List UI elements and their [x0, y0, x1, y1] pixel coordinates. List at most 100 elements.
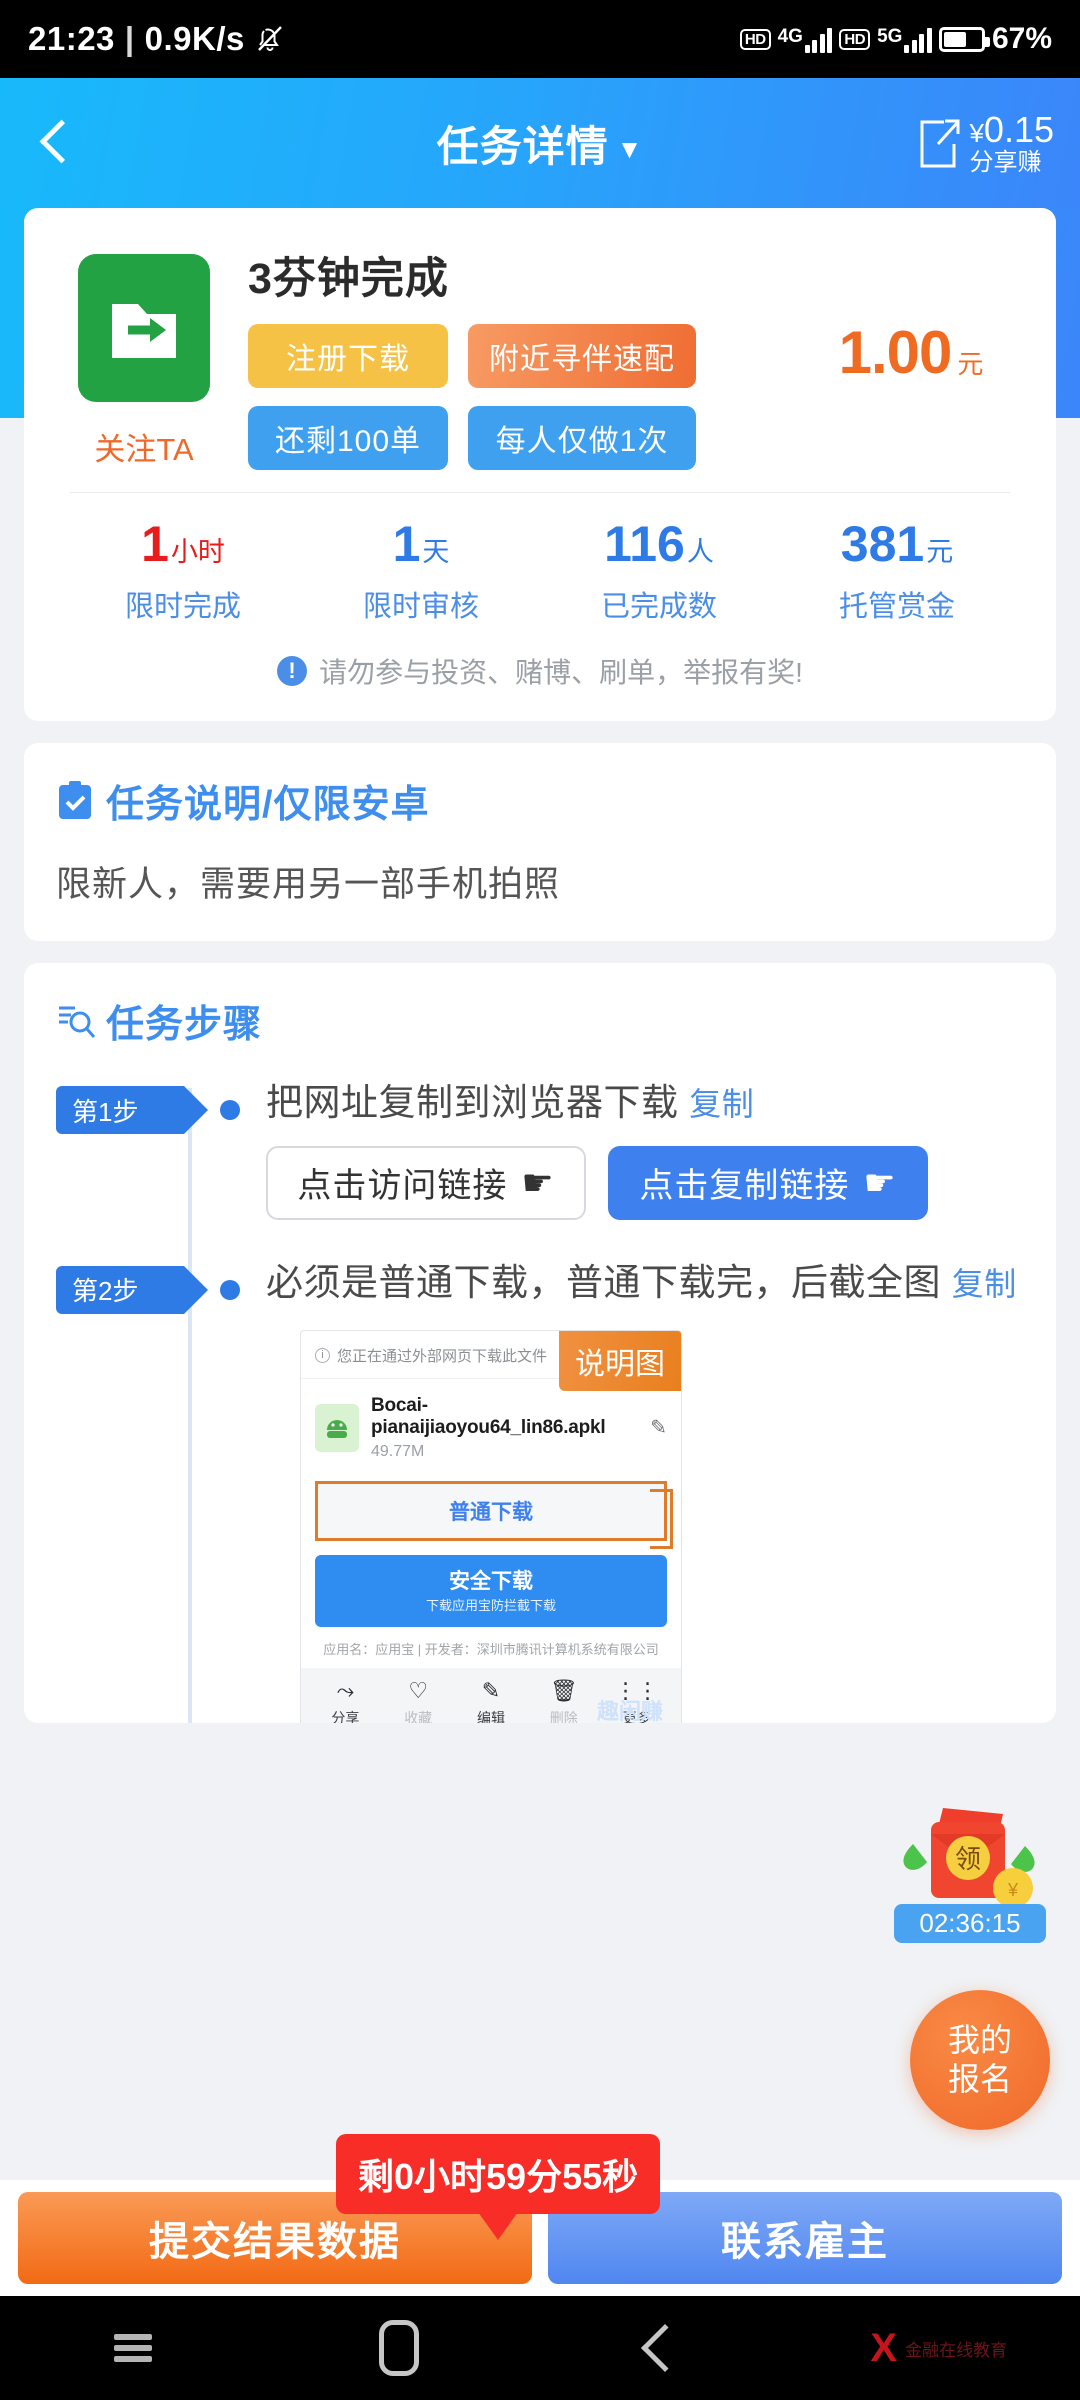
step-text: 把网址复制到浏览器下载: [266, 1082, 679, 1123]
task-stats-row: 1小时 限时完成 1天 限时审核 116人 已完成数 381元 托管赏金: [54, 493, 1026, 631]
fab-line-2: 报名: [947, 2061, 1012, 2097]
stat-value-group: 116人: [540, 519, 778, 569]
share-earn-text: ¥0.15 分享赚: [969, 110, 1054, 176]
back-icon: [640, 2323, 689, 2373]
menu-icon: [113, 2329, 152, 2367]
task-description-card: 任务说明/仅限安卓 限新人，需要用另一部手机拍照: [24, 743, 1056, 941]
trash-icon: 🗑: [549, 1677, 578, 1703]
stat-label: 托管赏金: [838, 591, 955, 623]
steps-header: 任务步骤: [56, 993, 1024, 1048]
info-circle-icon: i: [315, 1347, 330, 1363]
copy-button[interactable]: 复制: [952, 1266, 1017, 1302]
exclamation-circle-icon: !: [277, 656, 308, 686]
battery-icon: [938, 26, 990, 52]
visit-link-label: 点击访问链接: [297, 1167, 508, 1206]
step-text-row: 必须是普通下载，普通下载完，后截全图 复制: [266, 1258, 1024, 1308]
stat-label: 已完成数: [600, 591, 717, 623]
status-bar-right: HD 4G HD 5G 67%: [739, 22, 1052, 56]
back-chevron-icon[interactable]: [26, 113, 86, 173]
pointing-hand-icon: ☛: [521, 1161, 555, 1203]
status-net-speed: 0.9K/s: [144, 20, 245, 57]
list-search-icon: [56, 1000, 96, 1042]
red-envelope-icon: 领 ¥: [895, 1800, 1045, 1920]
sim2-network-label: 5G: [877, 25, 903, 47]
step-badge: 第2步: [56, 1265, 208, 1314]
svg-text:领: 领: [955, 1844, 981, 1874]
stat-number: 1: [141, 516, 169, 572]
file-name: Bocai-pianaijiaoyou64_lin86.apkl: [371, 1394, 606, 1438]
bell-slash-icon: [255, 23, 285, 55]
stat-item-escrow: 381元 托管赏金: [778, 519, 1016, 625]
nav-back-button[interactable]: [605, 2308, 725, 2388]
warning-text: 请勿参与投资、赌博、刷单，举报有奖!: [319, 657, 803, 688]
task-tag: 注册下载: [248, 324, 448, 388]
sim2-signal: 5G: [877, 26, 932, 53]
task-summary-card: 关注TA 3芬钟完成 注册下载 附近寻伴速配 还剩100单 每人仅做1次 1.0…: [24, 208, 1056, 721]
stat-label: 限时审核: [362, 591, 479, 623]
battery-percent: 67%: [991, 22, 1052, 55]
nav-menu-button[interactable]: [73, 2308, 193, 2388]
watermark-logo-icon: X: [870, 2326, 898, 2370]
step-illustration[interactable]: 说明图 i 您正在通过外部网页下载此文件 Bocai-pianaijiaoyou…: [300, 1329, 682, 1723]
copy-link-button[interactable]: 点击复制链接 ☛: [608, 1145, 928, 1220]
download-file-info: Bocai-pianaijiaoyou64_lin86.apkl 49.77M: [371, 1395, 638, 1461]
steps-timeline: 第1步 把网址复制到浏览器下载 复制 点击访问链接 ☛ 点击复制链接 ☛ 第2步…: [56, 1078, 1024, 1723]
stat-item-review-limit: 1天 限时审核: [302, 519, 540, 625]
normal-download-button[interactable]: 普通下载: [315, 1480, 673, 1549]
developer-info: 应用名：应用宝 | 开发者：深圳市腾讯计算机系统有限公司: [323, 1641, 659, 1657]
description-header: 任务说明/仅限安卓: [56, 773, 1024, 828]
home-icon: [378, 2320, 419, 2376]
stat-suffix: 元: [926, 537, 954, 567]
share-currency: ¥: [969, 118, 984, 148]
folder-arrow-icon: [78, 254, 210, 402]
step-text: 必须是普通下载，普通下载完，后截全图: [266, 1261, 941, 1303]
steps-title: 任务步骤: [106, 1004, 263, 1046]
red-envelope-widget[interactable]: 领 ¥ 02:36:15: [886, 1800, 1054, 1943]
safe-download-button[interactable]: 安全下载 下载应用宝防拦截下载: [315, 1554, 667, 1627]
share-earn-button[interactable]: ¥0.15 分享赚: [913, 110, 1054, 176]
toolbar-favorite[interactable]: ♡ 收藏: [382, 1678, 455, 1723]
pointing-hand-icon: ☛: [863, 1161, 897, 1203]
toolbar-delete[interactable]: 🗑 删除: [527, 1678, 600, 1723]
status-bar-left: 21:23 | 0.9K/s: [28, 20, 285, 58]
warning-banner: ! 请勿参与投资、赌博、刷单，举报有奖!: [54, 631, 1026, 699]
android-nav-bar: X 金融在线教育: [0, 2296, 1080, 2400]
step-text-row: 把网址复制到浏览器下载 复制: [266, 1078, 1024, 1128]
toolbar-share[interactable]: ⤳ 分享: [309, 1678, 382, 1723]
fab-line-1: 我的: [947, 2021, 1012, 2058]
stat-suffix: 天: [422, 537, 450, 567]
screen-watermark: X 金融在线教育: [870, 2328, 1007, 2368]
stat-item-completed: 116人 已完成数: [540, 519, 778, 625]
toolbar-edit-label: 编辑: [476, 1709, 505, 1723]
share-amount-row: ¥0.15: [969, 109, 1054, 150]
task-tag-row-1: 注册下载 附近寻伴速配: [248, 324, 796, 388]
safe-download-label: 安全下载: [449, 1569, 533, 1593]
status-bar: 21:23 | 0.9K/s HD 4G HD 5G 67%: [0, 0, 1080, 78]
share-earn-label: 分享赚: [969, 148, 1042, 176]
task-tag: 还剩100单: [248, 406, 448, 470]
illustration-badge: 说明图: [559, 1330, 681, 1391]
nav-home-button[interactable]: [339, 2308, 459, 2388]
step-item: 第2步 必须是普通下载，普通下载完，后截全图 复制 说明图 i 您正在通过外部网…: [56, 1258, 1024, 1723]
stat-number: 1: [392, 516, 421, 572]
chevron-down-icon[interactable]: ▼: [617, 134, 644, 164]
copy-button[interactable]: 复制: [689, 1086, 754, 1122]
stat-item-time-limit: 1小时 限时完成: [64, 519, 302, 625]
download-file-row: Bocai-pianaijiaoyou64_lin86.apkl 49.77M …: [301, 1379, 681, 1473]
copy-link-label: 点击复制链接: [639, 1167, 850, 1206]
my-signups-fab[interactable]: 我的 报名: [910, 1990, 1050, 2130]
toolbar-edit[interactable]: ✎ 编辑: [455, 1678, 528, 1723]
task-steps-card: 任务步骤 第1步 把网址复制到浏览器下载 复制 点击访问链接 ☛ 点击复制链接 …: [24, 963, 1056, 1723]
step-content: 把网址复制到浏览器下载 复制 点击访问链接 ☛ 点击复制链接 ☛: [240, 1078, 1024, 1220]
illustration-watermark: 趣闲赚: [596, 1698, 663, 1723]
visit-link-button[interactable]: 点击访问链接 ☛: [266, 1145, 586, 1220]
step-action-buttons: 点击访问链接 ☛ 点击复制链接 ☛: [266, 1145, 1024, 1220]
page-title-text: 任务详情: [436, 122, 609, 170]
status-separator: |: [124, 20, 135, 57]
step-content: 必须是普通下载，普通下载完，后截全图 复制 说明图 i 您正在通过外部网页下载此…: [240, 1258, 1024, 1723]
task-price: 1.00 元: [796, 236, 1026, 387]
follow-author-button[interactable]: 关注TA: [54, 424, 234, 469]
red-envelope-countdown: 02:36:15: [894, 1904, 1046, 1943]
task-title: 3芬钟完成: [248, 255, 449, 303]
task-tag-row-2: 还剩100单 每人仅做1次: [248, 406, 796, 470]
